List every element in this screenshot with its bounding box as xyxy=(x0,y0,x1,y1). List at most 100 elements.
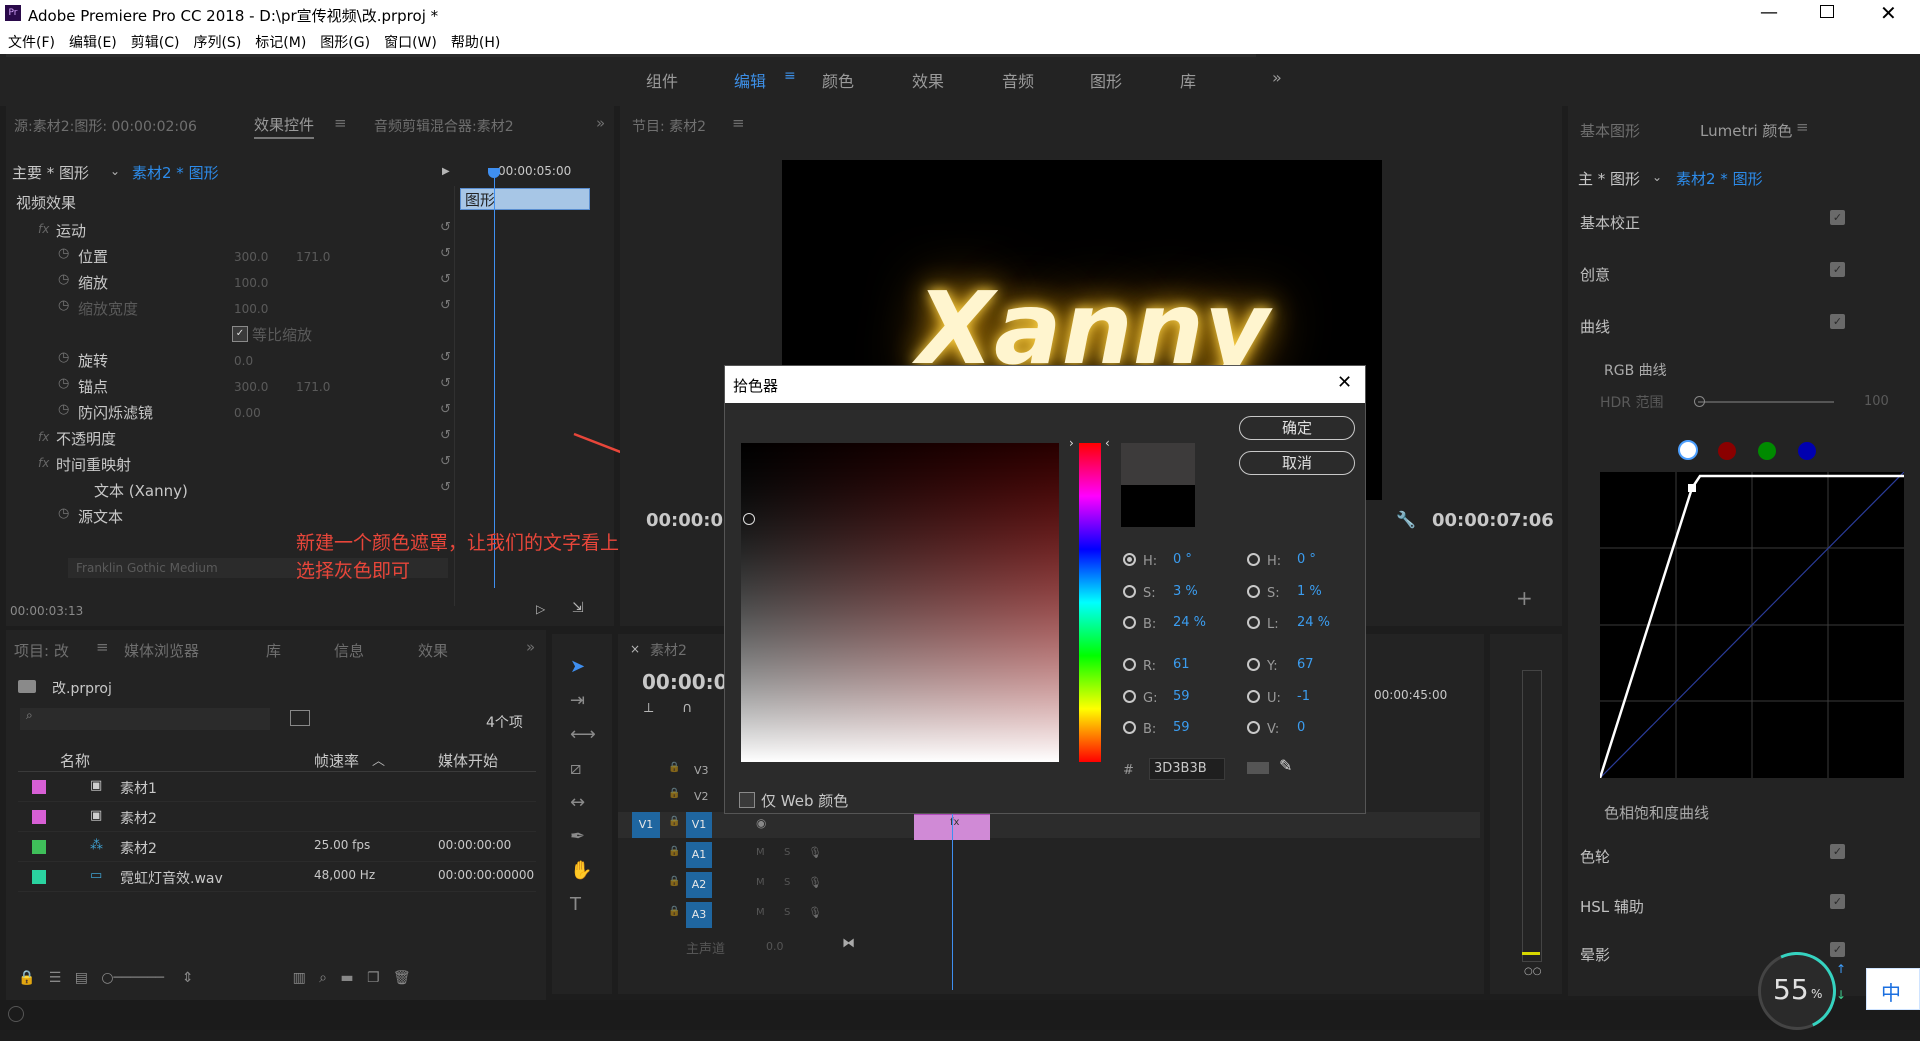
ec-row-value[interactable]: 0.00 xyxy=(234,406,261,420)
reset-icon[interactable]: ↺ xyxy=(440,350,451,365)
ripple-edit-icon[interactable]: ⟷ xyxy=(570,724,596,745)
ec-row-value[interactable]: 300.0 xyxy=(234,250,268,264)
play-icon[interactable]: ▷ xyxy=(536,602,545,616)
section-color-wheels[interactable]: 色轮 xyxy=(1580,846,1610,867)
snap-icon[interactable]: ⟂ xyxy=(644,700,653,716)
color-field-value[interactable]: 61 xyxy=(1173,657,1190,672)
overflow-icon[interactable]: » xyxy=(596,114,605,132)
ec-row[interactable]: 文本 (Xanny) ↺ xyxy=(6,478,452,502)
color-mode-radio[interactable] xyxy=(1247,690,1260,703)
new-item-icon[interactable]: ❐ xyxy=(367,970,380,986)
track-label[interactable]: V1 xyxy=(686,812,712,838)
field-cursor[interactable] xyxy=(743,513,755,525)
master-clip-selector[interactable]: 主要 * 图形 xyxy=(12,162,89,183)
search-input[interactable]: ⌕ xyxy=(20,708,270,730)
mic-icon[interactable]: 🎙 xyxy=(808,906,822,919)
overflow-icon[interactable]: » xyxy=(526,638,535,656)
razor-tool-icon[interactable]: ⧄ xyxy=(570,758,581,779)
tab-effects[interactable]: 效果 xyxy=(912,68,944,92)
fx-icon[interactable]: fx xyxy=(38,456,49,470)
stopwatch-icon[interactable]: ◷ xyxy=(58,376,69,391)
track-select-icon[interactable]: ⇥ xyxy=(570,690,585,711)
menu-icon[interactable]: ≡ xyxy=(1796,118,1809,136)
ec-row[interactable]: 运动 fx ↺ xyxy=(6,218,452,242)
solo-button[interactable]: S xyxy=(784,907,790,918)
menu-icon[interactable]: ≡ xyxy=(334,114,347,132)
reset-icon[interactable]: ↺ xyxy=(440,402,451,417)
project-tab[interactable]: 信息 xyxy=(334,640,364,661)
hdr-slider[interactable] xyxy=(1698,401,1834,403)
list-item[interactable]: ▣ 素材1 xyxy=(18,772,536,802)
wrench-icon[interactable]: 🔧 xyxy=(1396,510,1416,529)
menu-icon[interactable]: ≡ xyxy=(732,114,745,132)
close-icon[interactable]: ✕ xyxy=(1337,372,1352,393)
creative-checkbox[interactable]: ✓ xyxy=(1830,262,1845,277)
section-curves[interactable]: 曲线 xyxy=(1580,316,1610,337)
ec-row[interactable]: 旋转 ◷ 0.0 ↺ xyxy=(6,348,452,372)
channel-blue[interactable] xyxy=(1798,442,1816,460)
list-item[interactable]: ▭ 霓虹灯音效.wav 48,000 Hz 00:00:00:00000 xyxy=(18,862,536,892)
list-item[interactable]: ⁂ 素材2 25.00 fps 00:00:00:00 xyxy=(18,832,536,862)
zoom-slider[interactable]: ○────── xyxy=(101,970,164,986)
channel-red[interactable] xyxy=(1718,442,1736,460)
color-field-value[interactable]: 24 % xyxy=(1297,615,1330,630)
col-media-start[interactable]: 媒体开始 xyxy=(438,750,498,771)
color-field-value[interactable]: 59 xyxy=(1173,689,1190,704)
source-patch[interactable]: V1 xyxy=(632,812,660,838)
menu-icon[interactable]: ≡ xyxy=(96,638,109,656)
stopwatch-icon[interactable]: ◷ xyxy=(58,298,69,313)
color-field-value[interactable]: 59 xyxy=(1173,720,1190,735)
color-mode-radio[interactable] xyxy=(1123,690,1136,703)
label-color-swatch[interactable] xyxy=(32,840,46,854)
tab-graphics[interactable]: 图形 xyxy=(1090,68,1122,92)
lock-icon[interactable]: 🔒 xyxy=(668,788,680,799)
color-mode-radio[interactable] xyxy=(1123,616,1136,629)
ec-row-value[interactable]: 300.0 xyxy=(234,380,268,394)
rgb-curves-label[interactable]: RGB 曲线 xyxy=(1604,360,1667,380)
ec-row-value[interactable]: 171.0 xyxy=(296,380,330,394)
color-mode-radio[interactable] xyxy=(1123,585,1136,598)
section-basic-correction[interactable]: 基本校正 xyxy=(1580,212,1640,233)
curves-checkbox[interactable]: ✓ xyxy=(1830,314,1845,329)
color-field-value[interactable]: 0 ° xyxy=(1173,552,1192,567)
maximize-icon[interactable] xyxy=(1820,5,1834,18)
icon-view-icon[interactable]: ▤ xyxy=(75,970,88,986)
uniform-scale-checkbox[interactable]: ✓ xyxy=(232,326,248,342)
stopwatch-icon[interactable]: ◷ xyxy=(58,350,69,365)
fx-icon[interactable]: fx xyxy=(38,430,49,444)
color-wheels-checkbox[interactable]: ✓ xyxy=(1830,844,1845,859)
color-field-value[interactable]: 0 xyxy=(1297,720,1305,735)
solo-button[interactable]: S xyxy=(784,877,790,888)
lumetri-master[interactable]: 主 * 图形 xyxy=(1578,168,1640,189)
sort-up-icon[interactable]: ︿ xyxy=(372,750,385,769)
speed-widget[interactable]: 55 % xyxy=(1747,941,1847,1041)
hue-pointer-left[interactable]: › xyxy=(1069,436,1074,450)
track-label[interactable]: V2 xyxy=(694,790,709,803)
eyedropper-icon[interactable]: ✎ xyxy=(1279,756,1292,775)
track-row[interactable]: 🔒 A1 M S 🎙 xyxy=(618,842,1480,868)
lock-icon[interactable]: 🔒 xyxy=(668,906,680,917)
hand-tool-icon[interactable]: ✋ xyxy=(570,860,592,881)
menu-icon[interactable]: ≡ xyxy=(784,68,796,84)
mute-button[interactable]: M xyxy=(756,907,765,918)
channel-white[interactable] xyxy=(1678,440,1698,460)
tab-audio[interactable]: 音频 xyxy=(1002,68,1034,92)
reset-icon[interactable]: ↺ xyxy=(440,246,451,261)
lock-icon[interactable]: 🔒 xyxy=(18,970,35,986)
new-bin-icon[interactable] xyxy=(290,710,310,726)
color-mode-radio[interactable] xyxy=(1123,721,1136,734)
ec-row-value[interactable]: 100.0 xyxy=(234,276,268,290)
hue-sat-curves[interactable]: 色相饱和度曲线 xyxy=(1604,802,1709,823)
tab-program[interactable]: 节目: 素材2 xyxy=(632,116,706,136)
project-tab[interactable]: 媒体浏览器 xyxy=(124,640,199,661)
col-name[interactable]: 名称 xyxy=(60,750,90,771)
ec-row[interactable]: 不透明度 fx ↺ xyxy=(6,426,452,450)
color-field-value[interactable]: 67 xyxy=(1297,657,1314,672)
color-field-value[interactable]: 3 % xyxy=(1173,584,1198,599)
mic-icon[interactable]: 🎙 xyxy=(808,846,822,859)
trash-icon[interactable]: 🗑 xyxy=(393,970,411,986)
track-label[interactable]: V3 xyxy=(694,764,709,777)
sort-icon[interactable]: ⇕ xyxy=(182,970,194,986)
tab-assembly[interactable]: 组件 xyxy=(646,68,678,92)
tab-editing[interactable]: 编辑 xyxy=(734,68,766,92)
